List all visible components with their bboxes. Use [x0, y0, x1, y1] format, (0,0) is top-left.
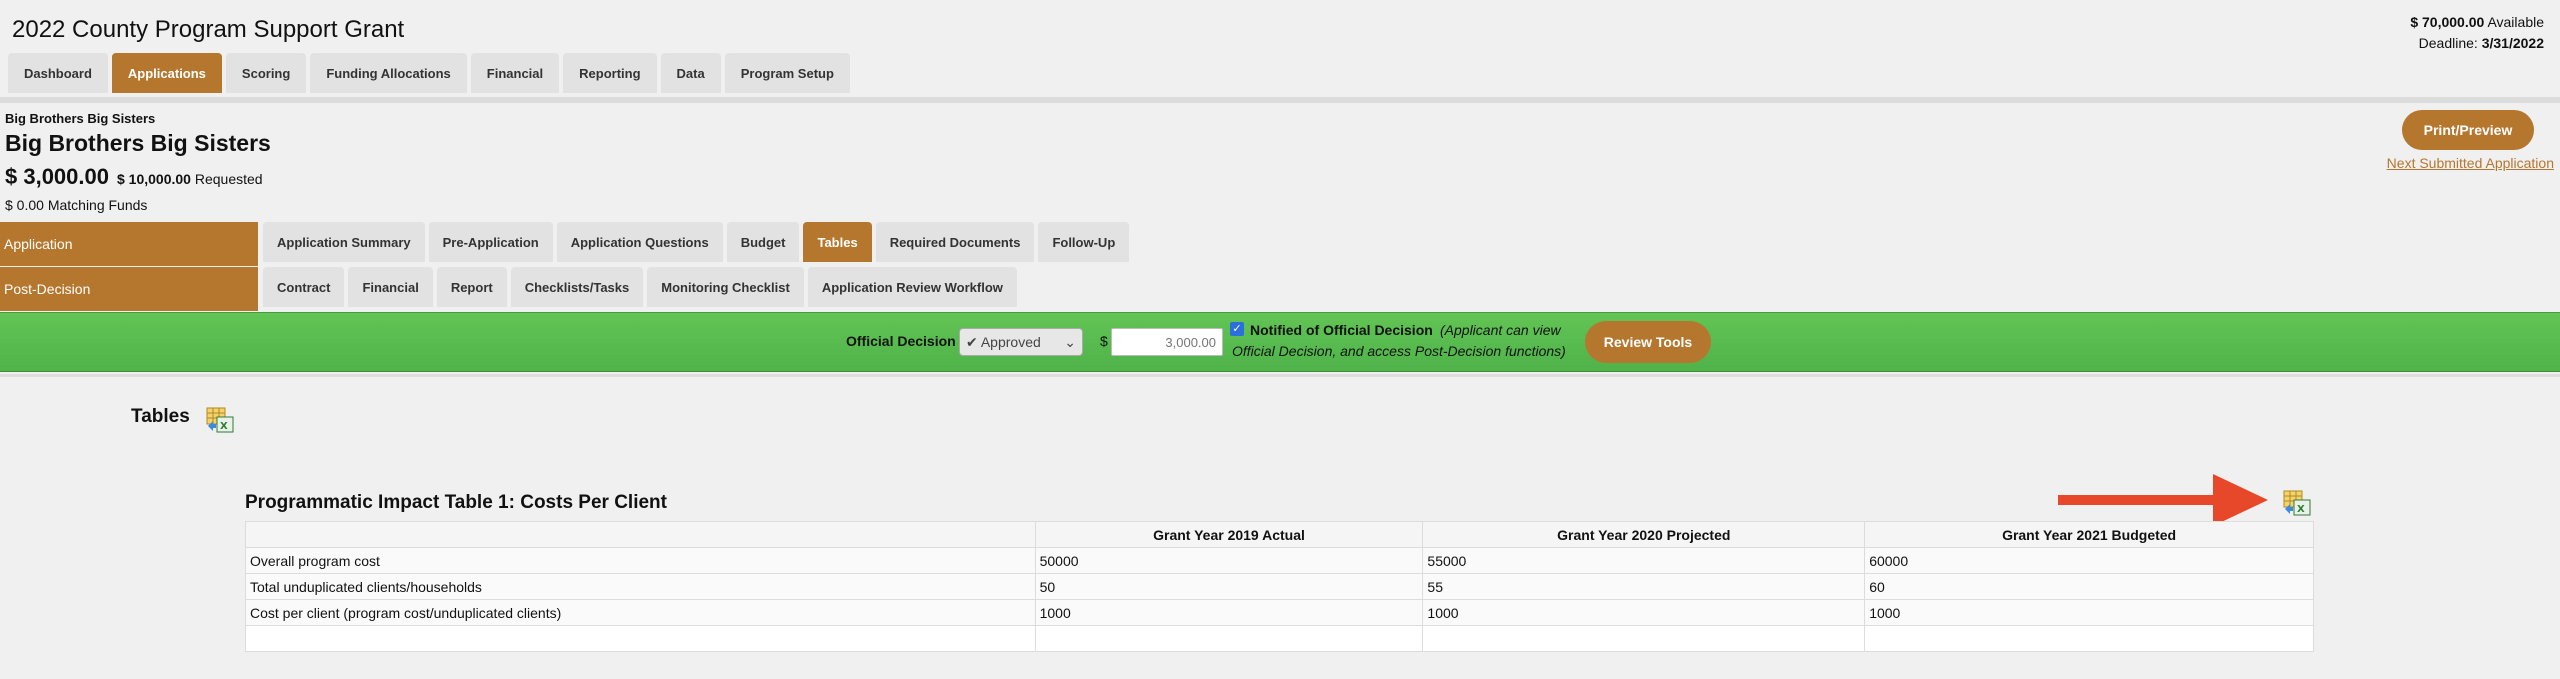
column-header: Grant Year 2019 Actual [1034, 521, 1424, 548]
tab-report[interactable]: Report [436, 267, 507, 307]
content-divider [0, 374, 2560, 377]
tab-post-financial[interactable]: Financial [348, 267, 433, 307]
table-cell: 55000 [1422, 547, 1866, 574]
tab-program-setup[interactable]: Program Setup [724, 53, 850, 93]
official-decision-label: Official Decision [846, 333, 956, 349]
available-amount: $ 70,000.00 [2410, 14, 2485, 30]
tab-funding-allocations[interactable]: Funding Allocations [310, 53, 467, 93]
org-name: Big Brothers Big Sisters [5, 130, 271, 156]
tab-tables[interactable]: Tables [803, 222, 872, 262]
excel-export-icon[interactable]: X [2282, 489, 2312, 517]
table-row: Total unduplicated clients/households 50… [245, 573, 2314, 600]
notified-note-line2: Official Decision, and access Post-Decis… [1232, 343, 1566, 359]
tab-monitoring-checklist[interactable]: Monitoring Checklist [647, 267, 804, 307]
notified-checkbox[interactable]: ✓ [1230, 322, 1244, 336]
excel-export-icon[interactable]: X [205, 406, 235, 434]
costs-per-client-table: Grant Year 2019 Actual Grant Year 2020 P… [245, 521, 2314, 652]
table-cell: 55 [1422, 573, 1866, 600]
post-decision-section-row: Post-Decision Contract Financial Report … [0, 267, 2560, 311]
tab-follow-up[interactable]: Follow-Up [1038, 222, 1130, 262]
table-row: Overall program cost 50000 55000 60000 [245, 547, 2314, 574]
table-cell: 50 [1034, 573, 1424, 600]
column-header [245, 521, 1036, 548]
table-cell: 1000 [1864, 599, 2314, 626]
notified-label: Notified of Official Decision [1250, 322, 1433, 338]
requested-amount: $ 10,000.00 [116, 171, 191, 187]
table-header-row: Grant Year 2019 Actual Grant Year 2020 P… [245, 521, 2314, 548]
tab-financial[interactable]: Financial [470, 53, 560, 93]
table-cell: 60000 [1864, 547, 2314, 574]
review-tools-button[interactable]: Review Tools [1585, 321, 1711, 363]
dollar-sign: $ [1100, 333, 1108, 349]
tab-application-questions[interactable]: Application Questions [556, 222, 723, 262]
tab-data[interactable]: Data [660, 53, 721, 93]
deadline-value: 3/31/2022 [2481, 35, 2544, 51]
table-cell: 60 [1864, 573, 2314, 600]
tab-pre-application[interactable]: Pre-Application [428, 222, 553, 262]
table-cell [1864, 625, 2314, 652]
application-section-row: Application Application Summary Pre-Appl… [0, 222, 2560, 266]
chevron-down-icon: ⌄ [1064, 333, 1076, 350]
tab-budget[interactable]: Budget [726, 222, 800, 262]
table-row [245, 625, 2314, 652]
table-cell: 50000 [1034, 547, 1424, 574]
available-label: Available [2487, 14, 2544, 30]
table-cell: 1000 [1422, 599, 1866, 626]
tab-checklists-tasks[interactable]: Checklists/Tasks [510, 267, 644, 307]
table-cell: 1000 [1034, 599, 1424, 626]
tab-scoring[interactable]: Scoring [225, 53, 307, 93]
deadline-label: Deadline: [2418, 35, 2478, 51]
amount-line: $ 3,000.00 $ 10,000.00 Requested [5, 164, 263, 190]
official-decision-value: ✔ Approved [966, 333, 1041, 350]
next-submitted-application-link[interactable]: Next Submitted Application [2387, 155, 2554, 171]
column-header: Grant Year 2021 Budgeted [1864, 521, 2314, 548]
tab-applications[interactable]: Applications [111, 53, 222, 93]
tables-heading: Tables [131, 406, 190, 427]
table-cell [245, 625, 1036, 652]
table-cell [1422, 625, 1866, 652]
main-tabs: Dashboard Applications Scoring Funding A… [8, 53, 850, 93]
table-row: Cost per client (program cost/unduplicat… [245, 599, 2314, 626]
decision-amount-input[interactable] [1111, 328, 1223, 356]
table-cell: Cost per client (program cost/unduplicat… [245, 599, 1036, 626]
table-cell [1034, 625, 1424, 652]
post-decision-section-label: Post-Decision [0, 267, 258, 311]
print-preview-button[interactable]: Print/Preview [2402, 110, 2534, 150]
svg-text:X: X [2297, 504, 2305, 515]
grant-summary: $ 70,000.00 Available Deadline: 3/31/202… [2410, 12, 2544, 54]
notified-note-line1: (Applicant can view [1440, 322, 1561, 338]
award-amount: $ 3,000.00 [5, 164, 109, 189]
tab-contract[interactable]: Contract [263, 267, 345, 307]
tab-dashboard[interactable]: Dashboard [8, 53, 108, 93]
decision-bar [0, 312, 2560, 372]
svg-text:X: X [220, 421, 228, 432]
page-title: 2022 County Program Support Grant [12, 16, 405, 43]
tab-application-summary[interactable]: Application Summary [263, 222, 425, 262]
org-name-small: Big Brothers Big Sisters [5, 111, 156, 126]
tab-reporting[interactable]: Reporting [563, 53, 657, 93]
table-title: Programmatic Impact Table 1: Costs Per C… [245, 492, 667, 513]
requested-label: Requested [194, 171, 263, 187]
application-section-label: Application [0, 222, 258, 266]
tab-divider [0, 97, 2560, 103]
tab-application-review-workflow[interactable]: Application Review Workflow [807, 267, 1017, 307]
table-cell: Overall program cost [245, 547, 1036, 574]
tab-required-documents[interactable]: Required Documents [875, 222, 1035, 262]
column-header: Grant Year 2020 Projected [1422, 521, 1866, 548]
official-decision-select[interactable]: ✔ Approved ⌄ [959, 328, 1083, 356]
table-cell: Total unduplicated clients/households [245, 573, 1036, 600]
matching-funds: $ 0.00 Matching Funds [5, 197, 148, 213]
